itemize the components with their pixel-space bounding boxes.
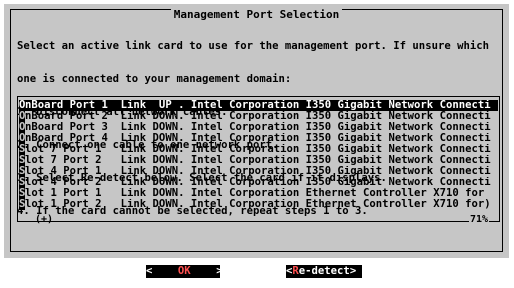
redetect-button[interactable]: <Re-detect> xyxy=(286,265,362,278)
port-item-label: nBoard Port 3 Link DOWN. Intel Corporati… xyxy=(25,122,491,133)
button-bar: < OK > <Re-detect> xyxy=(0,265,514,279)
ok-button-label: OK xyxy=(177,265,191,277)
port-item-label: lot 7 Port 1 Link DOWN. Intel Corporatio… xyxy=(25,144,491,155)
port-list-box: OnBoard Port 1 Link UP . Intel Corporati… xyxy=(17,96,500,225)
port-item-onboard-4[interactable]: OnBoard Port 4 Link DOWN. Intel Corporat… xyxy=(19,133,498,144)
port-item-label: lot 7 Port 2 Link DOWN. Intel Corporatio… xyxy=(25,155,491,166)
port-item-label: nBoard Port 2 Link DOWN. Intel Corporati… xyxy=(25,111,491,122)
scroll-percent: 71% xyxy=(468,214,489,225)
port-list: OnBoard Port 1 Link UP . Intel Corporati… xyxy=(19,100,498,210)
instruction-line: Select an active link card to use for th… xyxy=(17,40,489,52)
port-item-label: lot 1 Port 1 Link DOWN. Intel Corporatio… xyxy=(25,188,485,199)
scroll-indicator: (+) xyxy=(35,214,54,225)
ok-button[interactable]: < OK > xyxy=(146,265,223,278)
terminal-screen: Management Port Selection Select an acti… xyxy=(0,0,514,288)
ok-button-right: > xyxy=(216,265,223,277)
port-item-label: lot 4 Port 2 Link DOWN. Intel Corporatio… xyxy=(25,177,491,188)
port-item-label: lot 4 Port 1 Link DOWN. Intel Corporatio… xyxy=(25,166,491,177)
ok-button-left: < xyxy=(146,265,153,277)
instruction-line: one is connected to your management doma… xyxy=(17,73,292,85)
port-item-slot4-1[interactable]: Slot 4 Port 1 Link DOWN. Intel Corporati… xyxy=(19,166,498,177)
port-item-onboard-3[interactable]: OnBoard Port 3 Link DOWN. Intel Corporat… xyxy=(19,122,498,133)
port-item-label: nBoard Port 1 Link UP . Intel Corporatio… xyxy=(25,100,491,111)
port-item-onboard-2[interactable]: OnBoard Port 2 Link DOWN. Intel Corporat… xyxy=(19,111,498,122)
port-item-slot4-2[interactable]: Slot 4 Port 2 Link DOWN. Intel Corporati… xyxy=(19,177,498,188)
management-port-dialog: Management Port Selection Select an acti… xyxy=(4,4,509,258)
port-item-label: nBoard Port 4 Link DOWN. Intel Corporati… xyxy=(25,133,491,144)
port-item-slot1-1[interactable]: Slot 1 Port 1 Link DOWN. Intel Corporati… xyxy=(19,188,498,199)
redetect-button-right: > xyxy=(349,265,357,277)
port-item-slot7-1[interactable]: Slot 7 Port 1 Link DOWN. Intel Corporati… xyxy=(19,144,498,155)
redetect-button-label: e-detect xyxy=(298,265,350,277)
port-item-label: lot 1 Port 2 Link DOWN. Intel Corporatio… xyxy=(25,199,491,210)
port-item-slot7-2[interactable]: Slot 7 Port 2 Link DOWN. Intel Corporati… xyxy=(19,155,498,166)
port-item-onboard-1[interactable]: OnBoard Port 1 Link UP . Intel Corporati… xyxy=(19,100,498,111)
port-item-slot1-2[interactable]: Slot 1 Port 2 Link DOWN. Intel Corporati… xyxy=(19,199,498,210)
